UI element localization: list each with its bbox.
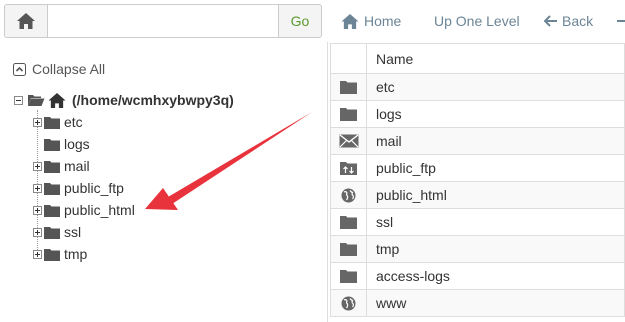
- back-button-label: Back: [562, 13, 594, 29]
- table-row[interactable]: ssl: [330, 208, 625, 236]
- file-name: public_ftp: [366, 154, 625, 182]
- expand-toggle[interactable]: [33, 183, 42, 193]
- tree-item-label: tmp: [64, 246, 88, 262]
- tree-item-label: public_html: [64, 202, 135, 218]
- collapse-all-label: Collapse All: [32, 61, 106, 77]
- table-row[interactable]: tmp: [330, 235, 625, 263]
- table-row[interactable]: logs: [330, 100, 625, 128]
- tree-item-label: logs: [64, 136, 90, 152]
- file-name: public_html: [366, 181, 625, 209]
- icon-column-header[interactable]: [330, 43, 367, 74]
- tree-item-mail[interactable]: mail: [33, 155, 90, 177]
- table-row[interactable]: mail: [330, 127, 625, 155]
- home-icon: [17, 13, 35, 29]
- collapse-toggle[interactable]: [14, 95, 23, 105]
- table-header-row: Name: [330, 43, 625, 74]
- file-name: mail: [366, 127, 625, 155]
- file-name: tmp: [366, 235, 625, 263]
- collapse-icon: [13, 62, 26, 76]
- collapse-all-button[interactable]: Collapse All: [13, 60, 105, 78]
- home-icon: [341, 13, 359, 29]
- table-row[interactable]: etc: [330, 73, 625, 101]
- tree-item-public-ftp[interactable]: public_ftp: [33, 177, 124, 199]
- folder-icon: [340, 81, 357, 94]
- tree-item-public-html[interactable]: public_html: [33, 199, 135, 221]
- table-row[interactable]: public_html: [330, 181, 625, 209]
- home-button[interactable]: Home: [340, 10, 401, 32]
- path-input[interactable]: [47, 4, 279, 38]
- pane-divider[interactable]: [327, 42, 328, 322]
- globe-icon: [341, 296, 356, 310]
- expand-toggle[interactable]: [33, 249, 42, 259]
- tree-root-label: (/home/wcmhxybwpy3q): [72, 92, 234, 108]
- expand-toggle[interactable]: [33, 161, 42, 171]
- file-name: etc: [366, 73, 625, 101]
- tree-root[interactable]: (/home/wcmhxybwpy3q): [14, 89, 234, 111]
- expand-toggle[interactable]: [33, 117, 42, 127]
- home-shortcut-button[interactable]: [4, 4, 48, 38]
- up-one-level-button[interactable]: Up One Level: [434, 10, 520, 32]
- table-row[interactable]: public_ftp: [330, 154, 625, 182]
- open-folder-icon: [28, 95, 45, 106]
- ftp-folder-icon: [340, 162, 357, 175]
- folder-icon: [44, 248, 60, 261]
- home-button-label: Home: [364, 13, 402, 29]
- tree-item-ssl[interactable]: ssl: [33, 221, 81, 243]
- expand-toggle[interactable]: [33, 205, 42, 215]
- folder-icon: [44, 204, 60, 217]
- home-icon: [48, 92, 66, 108]
- folder-icon: [340, 216, 357, 229]
- tree-item-logs[interactable]: logs: [33, 133, 90, 155]
- globe-icon: [341, 188, 356, 202]
- tree-item-etc[interactable]: etc: [33, 111, 83, 133]
- file-name: logs: [366, 100, 625, 128]
- file-list-table: Name etc logs mail public_ftp public_htm…: [330, 43, 625, 317]
- folder-icon: [340, 243, 357, 256]
- folder-icon: [340, 108, 357, 121]
- folder-icon: [44, 160, 60, 173]
- table-row[interactable]: access-logs: [330, 262, 625, 290]
- table-row[interactable]: www: [330, 289, 625, 317]
- folder-icon: [44, 116, 60, 129]
- folder-icon: [340, 270, 357, 283]
- go-button[interactable]: Go: [278, 4, 322, 38]
- file-name: access-logs: [366, 262, 625, 290]
- file-name: ssl: [366, 208, 625, 236]
- name-column-header[interactable]: Name: [366, 43, 625, 74]
- folder-icon: [44, 138, 60, 151]
- forward-button[interactable]: [616, 10, 625, 32]
- tree-item-tmp[interactable]: tmp: [33, 243, 87, 265]
- expand-toggle[interactable]: [33, 227, 42, 237]
- toolbar: Go Home Up One Level Back: [0, 0, 625, 42]
- arrow-right-icon: [617, 20, 625, 22]
- tree-item-label: ssl: [64, 224, 82, 240]
- up-one-level-label: Up One Level: [434, 13, 520, 29]
- tree-item-label: public_ftp: [64, 180, 124, 196]
- folder-icon: [44, 182, 60, 195]
- tree-item-label: mail: [64, 158, 90, 174]
- file-name: www: [366, 289, 625, 317]
- back-button[interactable]: Back: [544, 10, 593, 32]
- folder-icon: [44, 226, 60, 239]
- arrow-left-icon: [544, 15, 557, 27]
- tree-item-label: etc: [64, 114, 83, 130]
- mail-icon: [339, 134, 358, 148]
